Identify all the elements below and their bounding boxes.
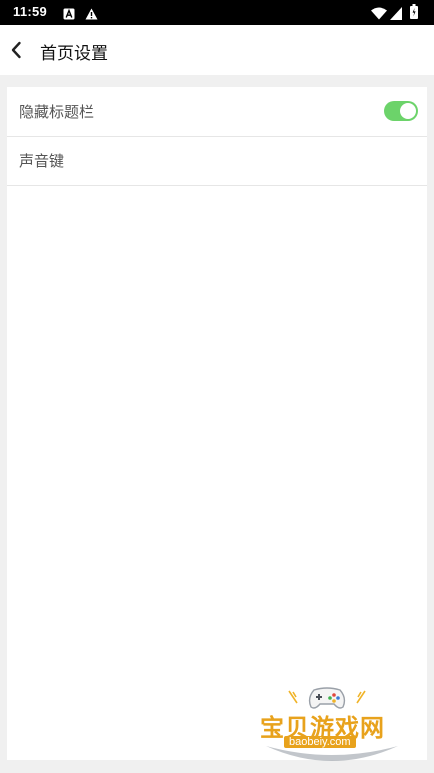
spark-icon (356, 689, 366, 708)
setting-label: 隐藏标题栏 (19, 103, 95, 121)
setting-label: 声音键 (19, 152, 65, 170)
watermark-logo: 宝贝游戏网 baobeiy.com (258, 686, 402, 768)
chevron-left-icon (4, 41, 34, 69)
back-button[interactable] (4, 35, 34, 65)
battery-icon (410, 4, 418, 23)
wifi-icon (371, 5, 387, 24)
setting-row-hide-title-bar[interactable]: 隐藏标题栏 (7, 87, 427, 137)
hide-title-bar-toggle[interactable] (384, 101, 418, 121)
page-title: 首页设置 (40, 44, 108, 64)
status-bar: 11:59 (0, 0, 434, 25)
spark-icon (288, 689, 298, 708)
toggle-knob (400, 103, 416, 119)
app-bar: 首页设置 (0, 25, 434, 75)
setting-row-volume-key[interactable]: 声音键 (7, 136, 427, 186)
warning-icon (85, 5, 98, 24)
status-time: 11:59 (13, 4, 48, 19)
swoosh-icon (264, 744, 400, 770)
a-notification-icon (63, 5, 75, 24)
settings-card: 隐藏标题栏 声音键 (7, 87, 427, 760)
signal-icon (390, 5, 402, 24)
